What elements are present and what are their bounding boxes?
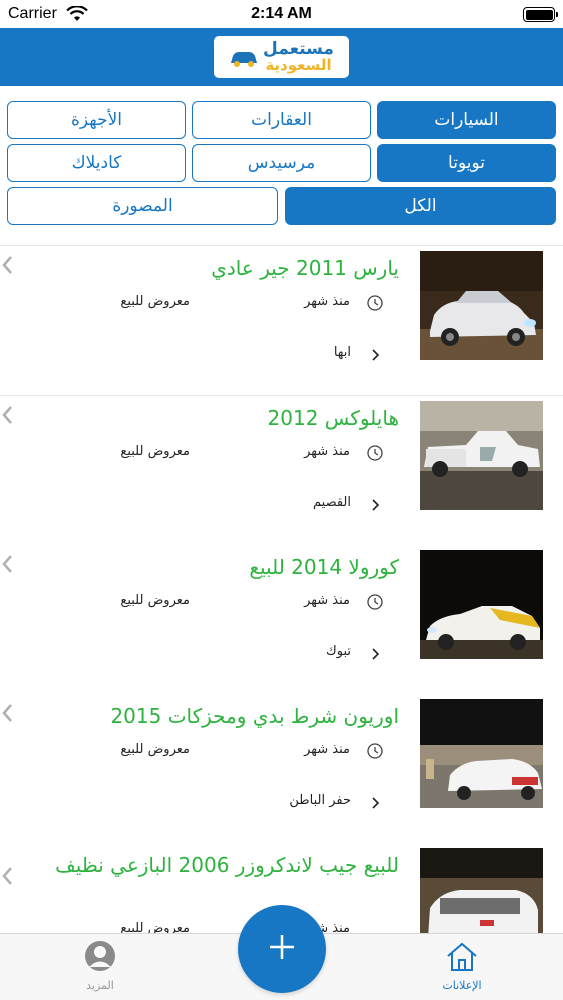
listing-photo (420, 550, 543, 659)
filter-all[interactable]: الكل (285, 187, 556, 225)
listing-title: هايلوكس 2012 (267, 406, 399, 430)
listing-item[interactable]: اوريون شرط بدي ومحزكات 2015 منذ شهر معرو… (0, 694, 563, 844)
listing-location: القصيم (313, 495, 351, 510)
chevron-left-icon (0, 404, 16, 426)
chevron-left-icon (0, 553, 16, 575)
tab-ads-label: الإعلانات (442, 979, 482, 992)
listing-location: ابها (333, 345, 351, 360)
filter-toyota[interactable]: تويوتا (377, 144, 556, 182)
listing-status: معروض للبيع (120, 444, 190, 459)
app-logo: مستعمل السعودية (214, 36, 349, 78)
listing-photo (420, 699, 543, 808)
filter-mercedes[interactable]: مرسيدس (192, 144, 371, 182)
clock-icon (366, 742, 384, 760)
chevron-right-icon (370, 347, 380, 361)
filter-panel: السيارات العقارات الأجهزة تويوتا مرسيدس … (0, 86, 563, 246)
listing-time: منذ شهر (304, 742, 350, 757)
home-icon (444, 940, 480, 976)
clock-icon (366, 444, 384, 462)
logo-text-line2: السعودية (265, 56, 332, 74)
chevron-right-icon (370, 497, 380, 511)
logo-text-line1: مستعمل (263, 39, 334, 59)
filter-cadillac[interactable]: كاديلاك (7, 144, 186, 182)
listing-photo (420, 251, 543, 360)
listing-time: منذ شهر (304, 444, 350, 459)
listing-location: تبوك (326, 644, 351, 659)
listing-item[interactable]: هايلوكس 2012 منذ شهر معروض للبيع القصيم (0, 396, 563, 546)
listing-title: يارس 2011 جير عادي (211, 256, 399, 280)
chevron-left-icon (0, 254, 16, 276)
listing-location: حفر الباطن (289, 793, 351, 808)
tab-more[interactable]: المزيد (40, 934, 160, 1000)
plus-icon (268, 933, 296, 965)
clock-icon (366, 294, 384, 312)
chevron-left-icon (0, 702, 16, 724)
listing-title: كورولا 2014 للبيع (249, 555, 399, 579)
chevron-right-icon (370, 646, 380, 660)
clock: 2:14 AM (251, 5, 312, 22)
filter-cars[interactable]: السيارات (377, 101, 556, 139)
chevron-left-icon (0, 865, 16, 887)
chevron-right-icon (370, 795, 380, 809)
listing-status: معروض للبيع (120, 593, 190, 608)
listing-status: معروض للبيع (120, 742, 190, 757)
app-header: مستعمل السعودية (0, 28, 563, 86)
listing-item[interactable]: يارس 2011 جير عادي منذ شهر معروض للبيع ا… (0, 246, 563, 396)
filter-with-photos[interactable]: المصورة (7, 187, 278, 225)
car-logo-icon (231, 52, 258, 67)
listing-item[interactable]: كورولا 2014 للبيع منذ شهر معروض للبيع تب… (0, 545, 563, 695)
tab-ads[interactable]: الإعلانات (402, 934, 522, 1000)
add-listing-button[interactable] (238, 905, 326, 993)
listing-time: منذ شهر (304, 593, 350, 608)
avatar-icon (84, 940, 116, 976)
filter-devices[interactable]: الأجهزة (7, 101, 186, 139)
status-bar: Carrier 2:14 AM (0, 0, 563, 28)
listing-title: للبيع جيب لاندكروزر 2006 البازعي نظيف (55, 853, 399, 877)
listing-photo (420, 401, 543, 510)
listing-status: معروض للبيع (120, 294, 190, 309)
listing-title: اوريون شرط بدي ومحزكات 2015 (110, 704, 399, 728)
filter-real-estate[interactable]: العقارات (192, 101, 371, 139)
tab-more-label: المزيد (86, 979, 114, 992)
battery-icon (523, 7, 558, 22)
clock-icon (366, 593, 384, 611)
listing-time: منذ شهر (304, 294, 350, 309)
